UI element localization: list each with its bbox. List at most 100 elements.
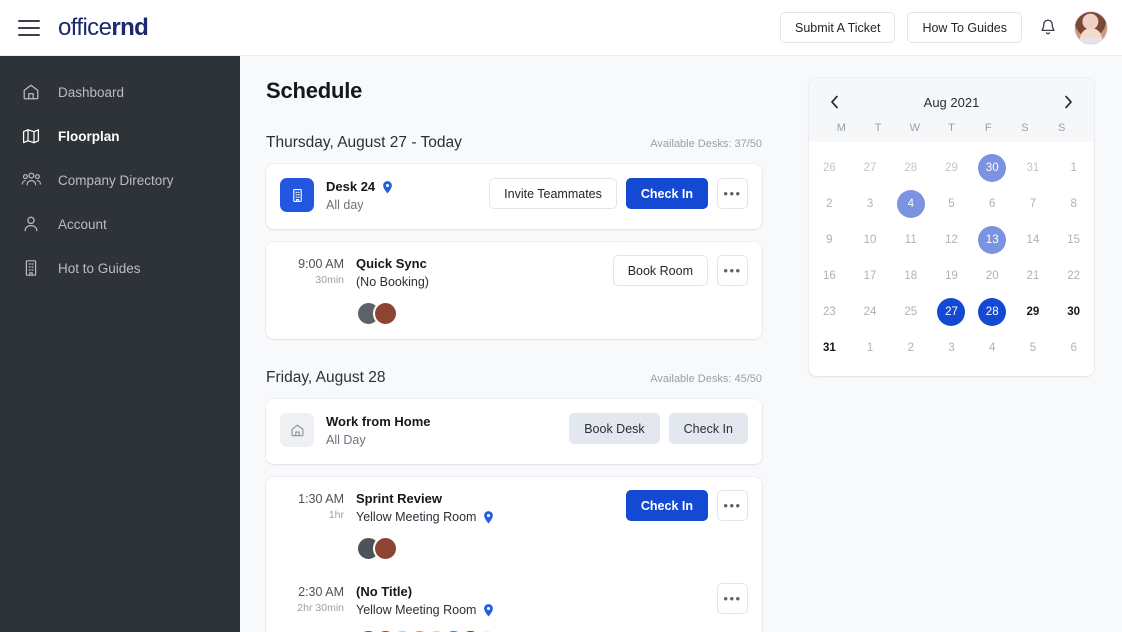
day-header-friday: Friday, August 28 Available Desks: 45/50 (266, 369, 762, 387)
calendar-day-cell[interactable]: 14 (1013, 222, 1054, 258)
calendar-day-cell[interactable]: 1 (850, 330, 891, 366)
card-time-column: 9:00 AM 30min (280, 255, 344, 288)
sidebar-item-company-directory[interactable]: Company Directory (0, 158, 240, 202)
calendar-day-cell[interactable]: 7 (1013, 186, 1054, 222)
calendar-day-label: 19 (945, 270, 958, 282)
weekday-label: S (1057, 122, 1066, 134)
calendar-day-label: 21 (1026, 270, 1040, 282)
location-pin-icon[interactable] (482, 603, 495, 618)
calendar-day-cell[interactable]: 15 (1053, 222, 1094, 258)
more-options-button[interactable]: ••• (717, 255, 748, 286)
calendar-day-cell[interactable]: 12 (931, 222, 972, 258)
card-actions: Check In ••• (616, 490, 748, 521)
card-subtitle-row: Yellow Meeting Room (356, 601, 707, 620)
calendar-day-cell[interactable]: 4 (972, 330, 1013, 366)
card-duration: 30min (315, 274, 344, 286)
submit-ticket-button[interactable]: Submit A Ticket (779, 12, 896, 43)
location-pin-icon[interactable] (482, 510, 495, 525)
calendar-day-cell[interactable]: 10 (850, 222, 891, 258)
chevron-right-icon[interactable] (1058, 91, 1080, 113)
calendar-day-cell[interactable]: 31 (1013, 150, 1054, 186)
attendee-avatars[interactable] (356, 536, 616, 561)
calendar-day-cell[interactable]: 9 (809, 222, 850, 258)
sidebar-item-floorplan[interactable]: Floorplan (0, 114, 240, 158)
people-icon (20, 169, 42, 191)
calendar-day-cell[interactable]: 26 (809, 150, 850, 186)
calendar-day-cell[interactable]: 3 (931, 330, 972, 366)
sidebar-item-account[interactable]: Account (0, 202, 240, 246)
more-options-button[interactable]: ••• (717, 583, 748, 614)
calendar-day-cell[interactable]: 30 (972, 150, 1013, 186)
more-options-button[interactable]: ••• (717, 490, 748, 521)
available-desks: Available Desks: 45/50 (650, 373, 762, 385)
calendar-day-cell[interactable]: 4 (890, 186, 931, 222)
calendar-day-cell[interactable]: 23 (809, 294, 850, 330)
calendar-day-cell[interactable]: 2 (890, 330, 931, 366)
calendar-day-label: 25 (904, 306, 918, 318)
calendar-day-cell[interactable]: 6 (1053, 330, 1094, 366)
card-events-friday: 1:30 AM 1hr Sprint Review Yellow Meeting… (266, 477, 762, 632)
card-duration: 2hr 30min (297, 602, 344, 614)
calendar-day-cell[interactable]: 6 (972, 186, 1013, 222)
calendar-day-cell[interactable]: 2 (809, 186, 850, 222)
card-title-row: Desk 24 (326, 178, 479, 196)
calendar-day-label: 5 (948, 198, 955, 210)
card-subtitle: Yellow Meeting Room (356, 510, 477, 524)
header-actions: Submit A Ticket How To Guides (779, 10, 1108, 45)
calendar-day-label: 29 (1026, 306, 1040, 318)
check-in-button[interactable]: Check In (625, 178, 708, 209)
calendar-day-cell[interactable]: 11 (890, 222, 931, 258)
calendar-day-cell[interactable]: 19 (931, 258, 972, 294)
calendar-day-cell[interactable]: 1 (1053, 150, 1094, 186)
more-options-button[interactable]: ••• (717, 178, 748, 209)
calendar-day-cell[interactable]: 17 (850, 258, 891, 294)
book-desk-button[interactable]: Book Desk (569, 413, 660, 444)
calendar-day-cell[interactable]: 30 (1053, 294, 1094, 330)
calendar-day-cell[interactable]: 27 (850, 150, 891, 186)
card-row: 9:00 AM 30min Quick Sync (No Booking) Bo… (280, 255, 748, 326)
how-to-guides-button[interactable]: How To Guides (907, 12, 1022, 43)
check-in-button[interactable]: Check In (668, 413, 748, 444)
calendar-day-cell[interactable]: 28 (890, 150, 931, 186)
calendar-day-label: 9 (826, 234, 833, 246)
hamburger-icon[interactable] (18, 19, 40, 36)
card-title-row: Quick Sync (356, 255, 603, 273)
calendar-grid: 26 27 28 29 30 31 1 2 3 4 5 6 7 8 9 10 11 12 13 14 15 16 17 18 1… (809, 142, 1094, 376)
calendar-day-cell[interactable]: 16 (809, 258, 850, 294)
avatar[interactable] (373, 536, 398, 561)
calendar-day-label: 8 (1070, 198, 1077, 210)
book-room-button[interactable]: Book Room (612, 255, 708, 286)
invite-teammates-button[interactable]: Invite Teammates (489, 178, 617, 209)
calendar-day-cell[interactable]: 21 (1013, 258, 1054, 294)
calendar-day-cell[interactable]: 8 (1053, 186, 1094, 222)
calendar-day-cell[interactable]: 22 (1053, 258, 1094, 294)
card-time-column: 1:30 AM 1hr (280, 490, 344, 523)
avatar[interactable] (1074, 10, 1108, 45)
officernd-logo[interactable]: officernd (58, 13, 149, 42)
attendee-avatars[interactable] (356, 301, 603, 326)
card-title-row: (No Title) (356, 583, 707, 601)
calendar-day-cell[interactable]: 24 (850, 294, 891, 330)
calendar-day-cell[interactable]: 20 (972, 258, 1013, 294)
sidebar-item-dashboard[interactable]: Dashboard (0, 70, 240, 114)
calendar-day-cell[interactable]: 5 (1013, 330, 1054, 366)
calendar-day-cell[interactable]: 13 (972, 222, 1013, 258)
location-pin-icon[interactable] (381, 180, 394, 195)
calendar-day-cell[interactable]: 18 (890, 258, 931, 294)
calendar-day-cell[interactable]: 25 (890, 294, 931, 330)
calendar-day-cell[interactable]: 5 (931, 186, 972, 222)
sidebar-item-hot-to-guides[interactable]: Hot to Guides (0, 246, 240, 290)
avatar[interactable] (373, 301, 398, 326)
check-in-button[interactable]: Check In (625, 490, 708, 521)
logo-bold-text: rnd (111, 13, 149, 41)
calendar-day-cell[interactable]: 29 (1013, 294, 1054, 330)
card-title: Desk 24 (326, 179, 376, 194)
calendar-day-cell[interactable]: 27 (931, 294, 972, 330)
chevron-left-icon[interactable] (823, 91, 845, 113)
calendar-day-cell[interactable]: 31 (809, 330, 850, 366)
bell-icon[interactable] (1034, 14, 1062, 42)
calendar-day-cell[interactable]: 29 (931, 150, 972, 186)
calendar-day-cell[interactable]: 3 (850, 186, 891, 222)
calendar-day-cell[interactable]: 28 (972, 294, 1013, 330)
calendar-day-label: 24 (863, 306, 877, 318)
